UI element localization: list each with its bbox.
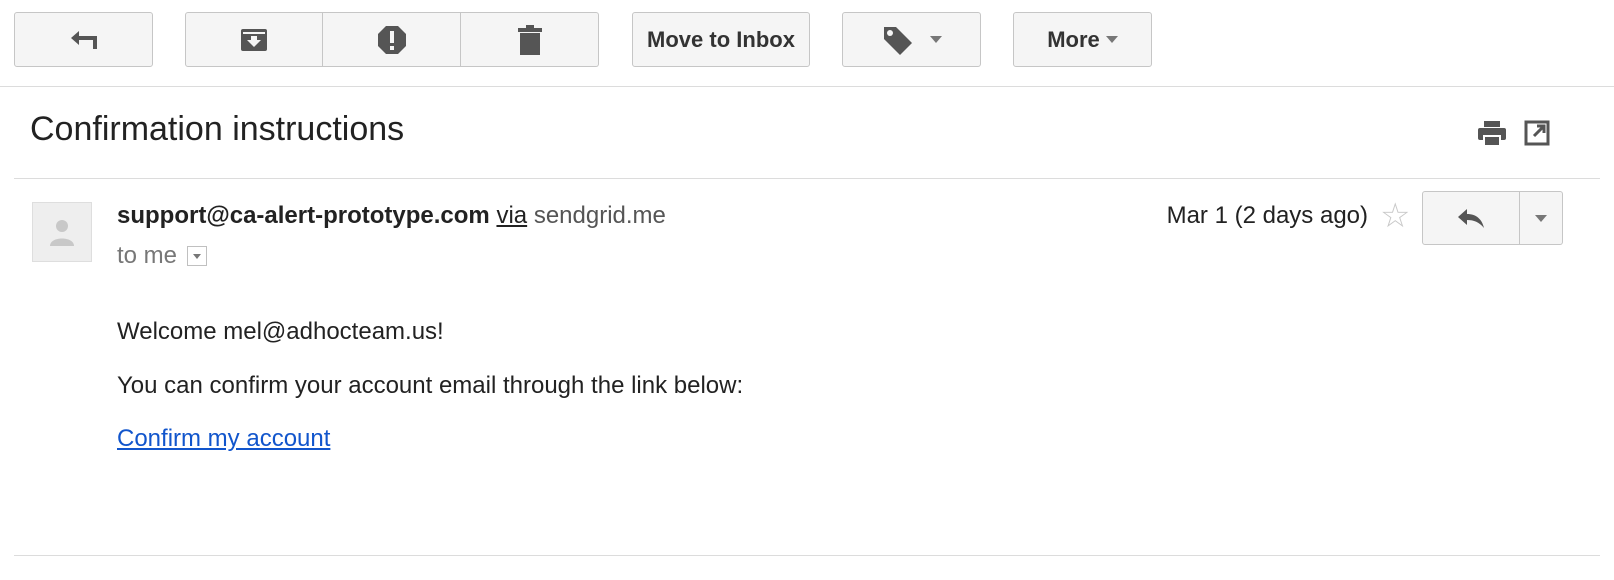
instructions-text: You can confirm your account email throu… [117,372,744,399]
sender-line: support@ca-alert-prototype.com via sendg… [117,202,666,230]
star-icon[interactable]: ☆ [1380,199,1410,233]
via-link[interactable]: via [496,202,527,229]
toolbar-divider [0,86,1614,87]
chevron-down-icon [193,253,202,259]
confirm-account-link[interactable]: Confirm my account [117,425,330,453]
reply-icon [1458,209,1484,228]
message-date: Mar 1 (2 days ago) [1166,202,1368,229]
more-label: More [1047,26,1100,52]
recipient-line: to me [117,242,208,270]
move-to-inbox-label: Move to Inbox [647,26,795,52]
trash-icon [517,24,542,55]
chevron-down-icon [1535,214,1547,222]
print-icon[interactable] [1477,118,1507,148]
back-button[interactable] [14,12,153,67]
archive-button[interactable] [185,12,323,67]
details-dropdown[interactable] [187,246,208,266]
delete-button[interactable] [461,12,599,67]
action-button-group [185,12,599,67]
reply-button[interactable] [1422,191,1520,245]
subject-divider [14,178,1600,179]
move-to-inbox-button[interactable]: Move to Inbox [632,12,810,67]
new-window-icon[interactable] [1524,118,1550,148]
via-domain: sendgrid.me [533,202,666,229]
chevron-down-icon [929,36,942,43]
avatar [32,202,92,262]
tag-icon [883,26,912,55]
chevron-down-icon [1105,36,1118,43]
sender-email: support@ca-alert-prototype.com [117,202,490,229]
person-icon [50,220,74,246]
back-arrow-icon [70,30,97,49]
report-spam-icon [377,25,406,54]
reply-button-group [1422,191,1563,245]
labels-button[interactable] [842,12,981,67]
more-reply-options-button[interactable] [1520,191,1563,245]
more-button[interactable]: More [1013,12,1152,67]
report-spam-button[interactable] [323,12,461,67]
recipient-label: to me [117,242,178,269]
message-bottom-divider [14,555,1600,556]
archive-icon [241,28,267,51]
greeting-text: Welcome mel@adhocteam.us! [117,318,444,345]
email-subject: Confirmation instructions [30,110,405,148]
